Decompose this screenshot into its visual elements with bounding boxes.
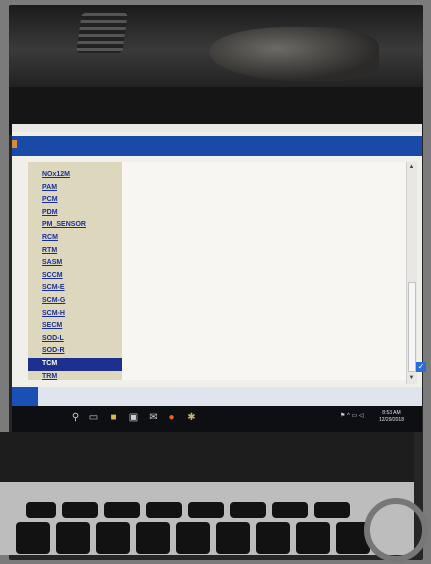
module-list-item[interactable]: SCM-G bbox=[28, 295, 122, 308]
module-list-item[interactable]: SCM-H bbox=[28, 308, 122, 321]
module-list-item[interactable]: SCCM bbox=[28, 270, 122, 283]
task-view-icon[interactable]: ▭ bbox=[88, 412, 99, 423]
module-list-item[interactable]: PAM bbox=[28, 182, 122, 195]
mail-icon[interactable]: ✉ bbox=[148, 412, 159, 423]
app-icon[interactable]: ✱ bbox=[186, 412, 197, 423]
module-list-item[interactable]: SCM-E bbox=[28, 282, 122, 295]
status-bar bbox=[12, 387, 422, 406]
module-list-item-partial bbox=[28, 162, 122, 169]
module-list-item[interactable]: SECM bbox=[28, 320, 122, 333]
photo-background: NOx12M PAM PCM PDM PM_SENSOR RCM RTM SASM SCCM SC… bbox=[0, 0, 431, 564]
clock-date: 12/29/2018 bbox=[378, 417, 404, 423]
firefox-icon[interactable]: ● bbox=[166, 412, 177, 423]
module-list-item[interactable]: PDM bbox=[28, 207, 122, 220]
key-f5 bbox=[104, 502, 140, 518]
vertical-scrollbar[interactable]: ▲ ▼ bbox=[406, 162, 417, 384]
app-header-bar bbox=[12, 136, 422, 156]
window-titlebar bbox=[12, 124, 422, 132]
module-list-item[interactable]: RCM bbox=[28, 232, 122, 245]
car-interior bbox=[9, 5, 423, 87]
module-list-item[interactable]: PCM bbox=[28, 194, 122, 207]
key-9 bbox=[256, 522, 290, 554]
module-list-item[interactable]: TCM bbox=[28, 357, 122, 371]
keyboard bbox=[0, 482, 414, 555]
key-8 bbox=[216, 522, 250, 554]
key-3 bbox=[16, 522, 50, 554]
content-pane bbox=[122, 162, 406, 380]
folder-icon[interactable]: ■ bbox=[108, 412, 119, 423]
store-icon[interactable]: ▣ bbox=[128, 412, 139, 423]
tray-icons[interactable]: ⚑ ^ ▭ ◁ bbox=[340, 412, 363, 419]
dashboard-trim bbox=[209, 27, 379, 81]
windows-taskbar: ⚲ ▭ ■ ▣ ✉ ● ✱ ⚑ ^ ▭ ◁ 8:53 AM 12/29/2018 bbox=[12, 406, 422, 432]
module-list[interactable]: NOx12M PAM PCM PDM PM_SENSOR RCM RTM SASM SCCM SC… bbox=[28, 162, 122, 380]
scrollbar-thumb[interactable] bbox=[408, 282, 416, 372]
key-6 bbox=[136, 522, 170, 554]
key-f4 bbox=[62, 502, 98, 518]
module-list-item[interactable]: SOD-L bbox=[28, 333, 122, 346]
status-indicator bbox=[12, 387, 38, 406]
module-list-item[interactable]: NOx12M bbox=[28, 169, 122, 182]
clock-time: 8:53 AM bbox=[382, 410, 401, 416]
search-icon[interactable]: ⚲ bbox=[70, 412, 81, 423]
key-f10 bbox=[314, 502, 350, 518]
scroll-down-arrow-icon[interactable]: ▼ bbox=[408, 375, 415, 382]
scroll-up-arrow-icon[interactable]: ▲ bbox=[408, 164, 415, 171]
key-5 bbox=[96, 522, 130, 554]
taskbar-clock[interactable]: 8:53 AM 12/29/2018 bbox=[379, 410, 404, 424]
key-f3 bbox=[26, 502, 56, 518]
laptop-screen: NOx12M PAM PCM PDM PM_SENSOR RCM RTM SASM SCCM SC… bbox=[12, 124, 426, 406]
key-f8 bbox=[230, 502, 266, 518]
module-list-item[interactable]: SOD-R bbox=[28, 345, 122, 358]
key-7 bbox=[176, 522, 210, 554]
key-f7 bbox=[188, 502, 224, 518]
module-list-item[interactable]: TRM bbox=[28, 371, 122, 381]
module-list-item[interactable]: PM_SENSOR bbox=[28, 219, 122, 232]
module-list-item[interactable]: RTM bbox=[28, 245, 122, 258]
key-f6 bbox=[146, 502, 182, 518]
app-icon bbox=[12, 140, 17, 148]
key-f9 bbox=[272, 502, 308, 518]
key-0 bbox=[296, 522, 330, 554]
air-vent bbox=[76, 13, 128, 53]
checkmark-icon[interactable]: ✓ bbox=[416, 362, 426, 372]
key-4 bbox=[56, 522, 90, 554]
highlight-circle bbox=[364, 498, 428, 562]
module-list-item[interactable]: SASM bbox=[28, 257, 122, 270]
